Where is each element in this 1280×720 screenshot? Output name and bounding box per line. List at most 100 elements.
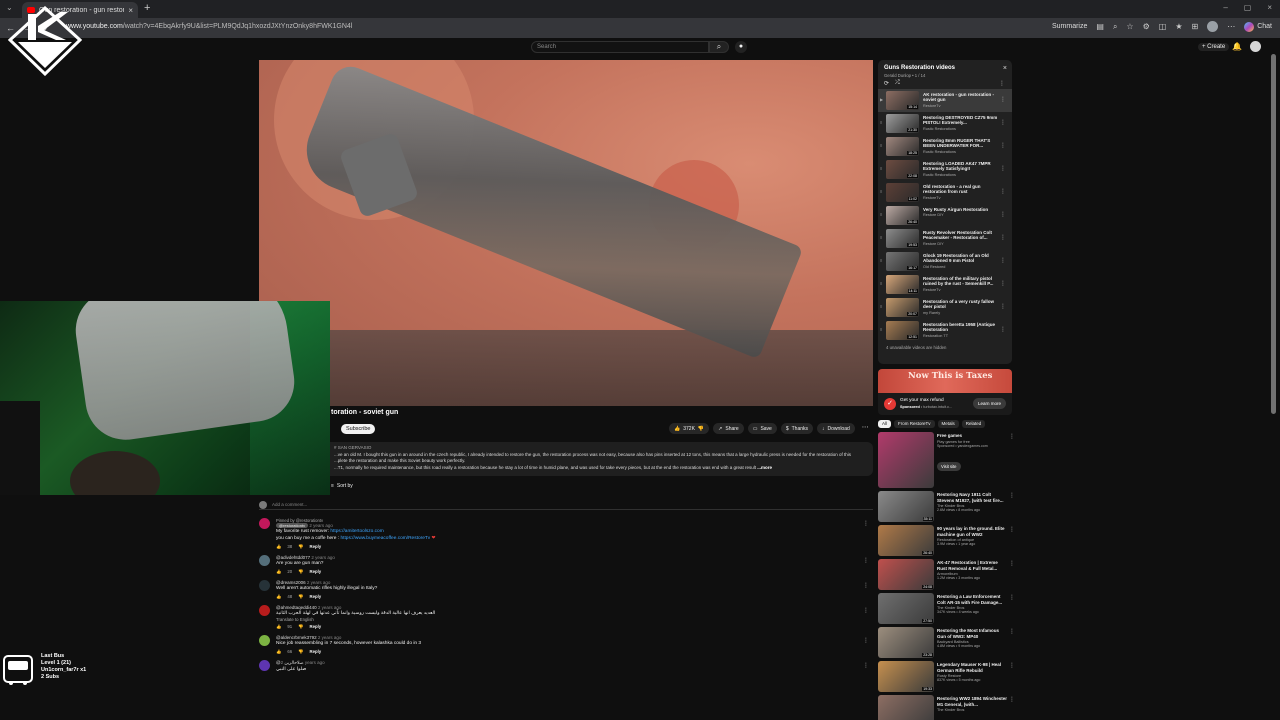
new-tab-icon[interactable]: + — [144, 2, 150, 14]
profile-avatar[interactable] — [1207, 21, 1219, 32]
thumbs-up-icon[interactable]: 👍 — [276, 649, 281, 655]
playlist-item-title[interactable]: Restoring 8mm RUGER THAT'S BEEN UNDERWAT… — [923, 138, 1001, 149]
playlist-thumbnail[interactable]: 12:51 — [886, 321, 919, 340]
tab-close-icon[interactable]: × — [128, 6, 133, 15]
notifications-bell-icon[interactable]: 🔔 — [1232, 42, 1242, 51]
subscribe-button[interactable]: Subscribe — [341, 424, 376, 434]
playlist-item-title[interactable]: Very Rusty Airgun Restoration — [923, 207, 1001, 212]
collections-icon[interactable]: ⊞ — [1192, 22, 1199, 31]
playlist-item-title[interactable]: Restoring DESTROYED CZ75 9mm PISTOL! Ext… — [923, 115, 1001, 126]
reply-button[interactable]: Reply — [310, 624, 322, 630]
reply-button[interactable]: Reply — [310, 649, 322, 655]
recommendation-title[interactable]: Legendary Mauser K-98 | Heal German Rifl… — [937, 662, 1007, 673]
playlist-thumbnail[interactable]: 26:40 — [886, 206, 919, 225]
playlist-item[interactable]: ≡ 11:02 Old restoration - a real gun resto… — [878, 181, 1012, 204]
playlist-item[interactable]: ≡ 18:25 Restoring 8mm RUGER THAT'S BEEN UN… — [878, 135, 1012, 158]
comment-link[interactable]: https://amitertoolszo.com — [330, 529, 383, 534]
avatar[interactable] — [259, 518, 270, 529]
translate-link[interactable]: Translate to English — [276, 617, 873, 622]
youtube-avatar[interactable] — [1250, 41, 1261, 52]
copilot-chat-button[interactable]: Chat — [1244, 21, 1272, 32]
recommendation-title[interactable]: Restoring the Most Infamous Gun of WW2: … — [937, 628, 1007, 639]
visit-site-button[interactable]: Visit site — [937, 461, 961, 471]
drag-handle-icon[interactable]: ≡ — [880, 258, 882, 263]
recommendation-thumbnail[interactable]: 24:08 — [878, 559, 934, 590]
avatar[interactable] — [259, 660, 270, 671]
comment-menu-icon[interactable]: ⋮ — [863, 520, 869, 527]
reply-button[interactable]: Reply — [310, 594, 322, 600]
save-button[interactable]: ▭ Save — [747, 423, 777, 434]
playlist-item-menu-icon[interactable]: ⋮ — [1000, 142, 1006, 149]
split-screen-icon[interactable]: ◫ — [1159, 22, 1167, 31]
recommendation[interactable]: 23:28 Restoring the Most Infamous Gun of … — [878, 627, 1018, 660]
drag-handle-icon[interactable]: ≡ — [880, 281, 882, 286]
playlist-item[interactable]: ≡ 22:08 Restoring LOADED AK47 7MPR Extreme… — [878, 158, 1012, 181]
avatar[interactable] — [259, 605, 270, 616]
recommendation-title[interactable]: AK-47 Restoration | Extreme Rust Removal… — [937, 560, 1007, 571]
avatar[interactable] — [259, 635, 270, 646]
playlist-item[interactable]: ≡ 21:30 Restoring DESTROYED CZ75 9mm PISTO… — [878, 112, 1012, 135]
description-more-link[interactable]: ...more — [757, 465, 772, 470]
playlist-item-menu-icon[interactable]: ⋮ — [1000, 96, 1006, 103]
recommendation[interactable]: 26:40 90 years lay in the ground. Elite m… — [878, 525, 1018, 558]
recommendation[interactable]: 24:08 AK-47 Restoration | Extreme Rust Re… — [878, 559, 1018, 592]
search-icon[interactable]: ⌕ — [709, 41, 729, 53]
playlist-item-title[interactable]: Restoration of the military pistol ruine… — [923, 276, 1001, 287]
more-actions-icon[interactable]: ⋯ — [859, 423, 872, 434]
zoom-icon[interactable]: ⌕ — [1113, 22, 1117, 32]
recommendation-thumbnail[interactable]: 26:40 — [878, 525, 934, 556]
playlist-item[interactable]: ≡ 16:17 Glock 19 Restoration of an Old Aba… — [878, 250, 1012, 273]
recommendation-menu-icon[interactable]: ⋮ — [1009, 594, 1015, 601]
recommendation-title[interactable]: 90 years lay in the ground. Elite machin… — [937, 526, 1007, 537]
youtube-search-input[interactable]: Search — [531, 41, 709, 53]
playlist-item-title[interactable]: Glock 19 Restoration of an Old Abandoned… — [923, 253, 1001, 264]
recommendation-menu-icon[interactable]: ⋮ — [1009, 526, 1015, 533]
drag-handle-icon[interactable]: ≡ — [880, 166, 882, 171]
recommendation-title[interactable]: Restoring Navy 1911 Colt Stevens M1927, … — [937, 492, 1007, 503]
recommendation-title[interactable]: Restoring a Law Enforcement Colt AR-15 w… — [937, 594, 1007, 605]
recommendation-thumbnail[interactable] — [878, 695, 934, 720]
recommendation-thumbnail[interactable] — [878, 432, 934, 488]
add-comment-row[interactable]: Add a comment... — [259, 500, 873, 510]
recommendation[interactable]: 19:33 Legendary Mauser K-98 | Heal German… — [878, 661, 1018, 694]
close-window-icon[interactable]: × — [1267, 3, 1272, 12]
extensions-icon[interactable]: ⚙ — [1143, 22, 1150, 31]
thumbs-down-icon[interactable]: 👎 — [298, 569, 303, 575]
drag-handle-icon[interactable]: ≡ — [880, 304, 882, 309]
recommendation-menu-icon[interactable]: ⋮ — [1009, 492, 1015, 499]
scrollbar-thumb[interactable] — [1271, 54, 1276, 414]
playlist-item-menu-icon[interactable]: ⋮ — [1000, 280, 1006, 287]
recommendation-title[interactable]: Free games — [937, 433, 1007, 439]
comment-menu-icon[interactable]: ⋮ — [863, 582, 869, 589]
recommendation-thumbnail[interactable]: 19:33 — [878, 661, 934, 692]
recommendation[interactable]: Restoring WW2 1894 Winchester M1 General… — [878, 695, 1018, 720]
thumbs-up-icon[interactable]: 👍 — [276, 569, 281, 575]
reader-icon[interactable]: ▤ — [1096, 22, 1104, 31]
recommendation-menu-icon[interactable]: ⋮ — [1009, 696, 1015, 703]
playlist-thumbnail[interactable]: 14:11 — [886, 275, 919, 294]
favorites-bar-icon[interactable]: ★ — [1175, 22, 1182, 31]
playlist-item-menu-icon[interactable]: ⋮ — [1000, 119, 1006, 126]
thumbs-down-icon[interactable]: 👎 — [298, 544, 303, 550]
playlist-item-title[interactable]: Restoration of a very rusty fallow deer … — [923, 299, 1001, 310]
reply-button[interactable]: Reply — [310, 569, 322, 575]
thumbs-down-icon[interactable]: 👎 — [698, 426, 704, 432]
playlist-item-menu-icon[interactable]: ⋮ — [1000, 234, 1006, 241]
playlist-item-title[interactable]: Old restoration - a real gun restoration… — [923, 184, 1001, 195]
thanks-button[interactable]: $ Thanks — [780, 423, 814, 434]
playlist-thumbnail[interactable]: 18:25 — [886, 137, 919, 156]
playlist-item-title[interactable]: Restoring LOADED AK47 7MPR Extremely Sat… — [923, 161, 1001, 172]
favorite-icon[interactable]: ☆ — [1126, 22, 1133, 31]
playlist-item-menu-icon[interactable]: ⋮ — [1000, 165, 1006, 172]
recommendation-menu-icon[interactable]: ⋮ — [1009, 662, 1015, 669]
like-button[interactable]: 👍 372K 👎 — [669, 423, 710, 434]
loop-icon[interactable]: ⟳ — [884, 80, 889, 87]
filter-chip[interactable]: From RestoreTv — [894, 420, 935, 428]
playlist-title[interactable]: Guns Restoration videos — [884, 65, 1006, 71]
recommendation-thumbnail[interactable]: 35:11 — [878, 491, 934, 522]
playlist-item[interactable]: ≡ 19:53 Rusty Revolver Restoration Colt Pe… — [878, 227, 1012, 250]
thumbs-up-icon[interactable]: 👍 — [276, 544, 281, 550]
playlist-item-title[interactable]: Rusty Revolver Restoration Colt Peacemak… — [923, 230, 1001, 241]
comment-menu-icon[interactable]: ⋮ — [863, 662, 869, 669]
page-scrollbar[interactable] — [1271, 40, 1276, 720]
